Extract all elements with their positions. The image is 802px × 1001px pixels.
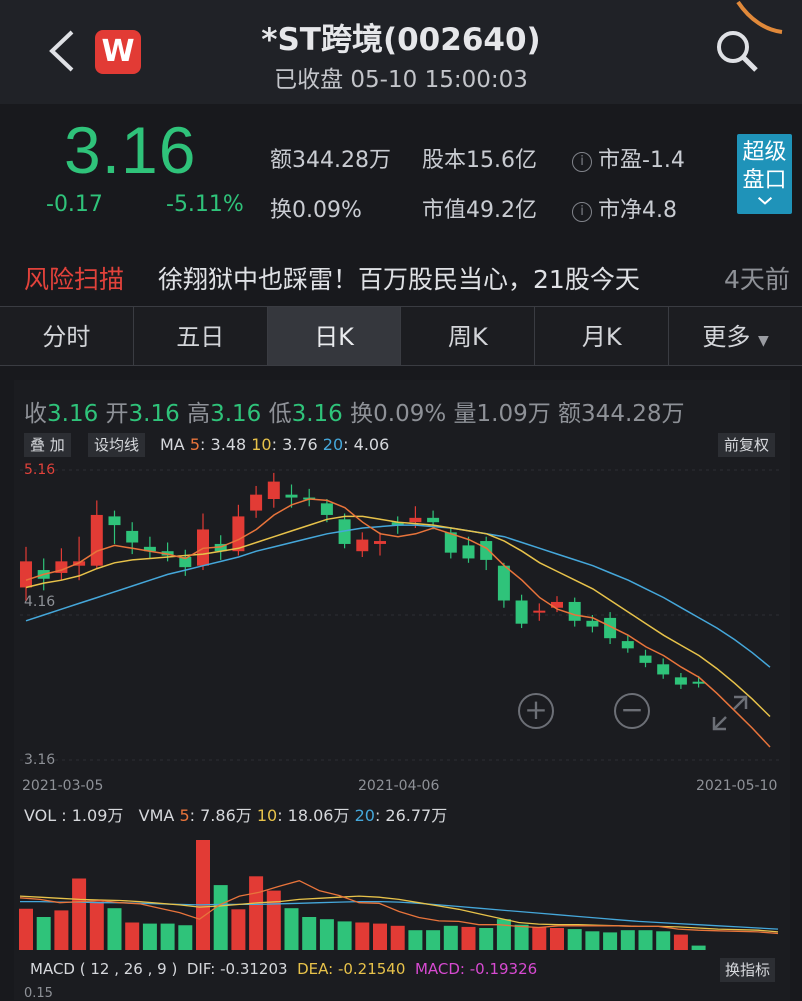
candle-body (497, 565, 510, 601)
volume-bar (89, 901, 104, 950)
volume-bar (532, 926, 547, 950)
candle-body (232, 516, 245, 552)
candle-body (568, 601, 581, 621)
volume-bar (390, 925, 405, 950)
volume-bar (426, 930, 441, 950)
volume-bar (656, 931, 671, 950)
volume-bar (19, 908, 33, 950)
volume-bar (284, 908, 299, 950)
ma10-line (25, 515, 771, 718)
ma20-line (25, 524, 771, 668)
candle-body (250, 494, 263, 511)
volume-bar (125, 922, 140, 950)
volume-bar (567, 929, 582, 950)
candle-body (657, 664, 670, 675)
volume-bar (266, 890, 281, 950)
candle-body (586, 620, 599, 627)
volume-bar (160, 923, 175, 950)
candle-body (621, 641, 634, 649)
candle-body (409, 517, 422, 523)
candle-body (480, 541, 493, 560)
candle-body (20, 561, 32, 588)
volume-bar (514, 924, 529, 950)
candle-body (285, 494, 298, 498)
zoom-in-icon[interactable]: + (518, 693, 554, 729)
volume-bar (196, 840, 210, 950)
volume-bar (107, 908, 122, 950)
candle-body (320, 503, 333, 515)
volume-bar (249, 876, 264, 950)
volume-bar (36, 917, 51, 950)
volume-bar (302, 917, 317, 950)
candle-body (126, 530, 139, 543)
volume-bar (550, 928, 564, 950)
candle-body (692, 681, 705, 684)
volume-bar (72, 878, 87, 950)
volume-bar (373, 923, 387, 950)
volume-bar (231, 909, 246, 950)
volume-bar (337, 921, 352, 950)
volume-bar (620, 930, 635, 950)
volume-bar (408, 930, 423, 950)
volume-bar (603, 932, 618, 950)
candle-body (427, 517, 440, 523)
volume-bar (496, 919, 511, 950)
volume-bar (673, 934, 688, 950)
candle-body (356, 539, 369, 552)
candle-body (462, 545, 475, 559)
volume-bar (213, 885, 228, 950)
candle-body (267, 481, 280, 499)
zoom-out-icon[interactable]: − (614, 693, 650, 729)
volume-bar (178, 925, 193, 950)
candle-body (108, 516, 121, 526)
volume-bar (461, 926, 476, 950)
volume-bar (585, 931, 600, 950)
volume-bar (479, 928, 494, 950)
volume-bar (319, 919, 334, 950)
fullscreen-icon[interactable] (710, 693, 750, 733)
candle-body (374, 541, 386, 544)
candle-body (639, 655, 652, 663)
volume-bar (691, 945, 706, 950)
volume-bar (142, 923, 157, 950)
volume-bar (443, 925, 458, 950)
candle-body (515, 600, 528, 624)
candle-body (90, 514, 103, 566)
volume-bar (54, 910, 69, 950)
kline-chart[interactable] (0, 0, 802, 1000)
candle-body (533, 610, 546, 613)
candle-body (674, 677, 687, 685)
volume-bar (355, 922, 370, 950)
volume-bar (638, 930, 653, 950)
